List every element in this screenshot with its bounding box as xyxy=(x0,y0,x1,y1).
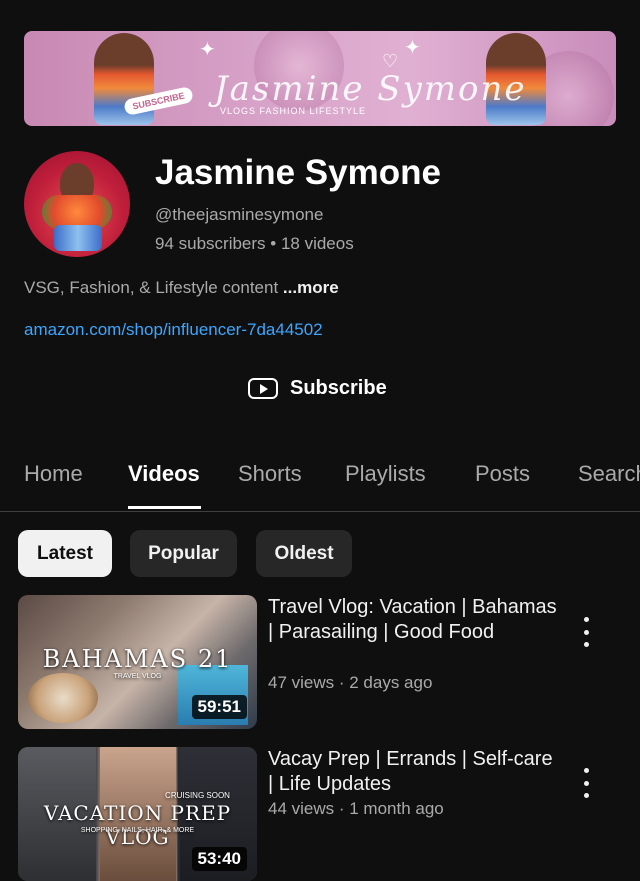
channel-tabs: Home Videos Shorts Playlists Posts Searc… xyxy=(0,448,640,512)
tab-home[interactable]: Home xyxy=(24,461,83,487)
thumbnail-subtitle: SHOPPING, NAILS, HAIR, & MORE xyxy=(80,827,195,834)
thumbnail-food-decor xyxy=(28,673,98,723)
thumbnail-subtitle: TRAVEL VLOG xyxy=(113,673,162,680)
avatar[interactable] xyxy=(24,151,130,257)
sparkle-icon: ✦ xyxy=(404,37,421,59)
more-vert-icon[interactable] xyxy=(578,768,594,798)
filter-chip-popular[interactable]: Popular xyxy=(130,530,237,577)
subscribe-button[interactable]: Subscribe xyxy=(248,372,387,404)
channel-stats: 94 subscribers • 18 videos xyxy=(155,234,354,253)
tab-videos[interactable]: Videos xyxy=(128,461,200,487)
avatar-bouquet xyxy=(42,195,112,229)
banner-script-title: Jasmine Symone xyxy=(214,69,527,109)
tab-search[interactable]: Search xyxy=(578,461,640,487)
video-title[interactable]: Vacay Prep | Errands | Self-care | Life … xyxy=(268,747,558,797)
youtube-icon xyxy=(248,377,278,399)
channel-description[interactable]: VSG, Fashion, & Lifestyle content ...mor… xyxy=(24,278,339,298)
thumbnail-extra-text: CRUISING SOON xyxy=(165,791,230,800)
avatar-skirt xyxy=(54,225,102,251)
description-text: VSG, Fashion, & Lifestyle content xyxy=(24,278,283,297)
video-duration: 53:40 xyxy=(191,847,247,871)
video-title[interactable]: Travel Vlog: Vacation | Bahamas | Parasa… xyxy=(268,595,558,645)
channel-handle: @theejasminesymone xyxy=(155,205,324,224)
thumbnail-title: VACATION PREP VLOG xyxy=(43,801,232,849)
active-tab-indicator xyxy=(128,506,201,509)
channel-name: Jasmine Symone xyxy=(155,153,441,192)
channel-link[interactable]: amazon.com/shop/influencer-7da44502 xyxy=(24,320,323,340)
banner-tagline: VLOGS FASHION LIFESTYLE xyxy=(220,106,367,116)
channel-banner: ✦ ✦ ♡ SUBSCRIBE Jasmine Symone VLOGS FAS… xyxy=(24,31,616,126)
more-vert-icon[interactable] xyxy=(578,617,594,647)
tab-posts[interactable]: Posts xyxy=(475,461,530,487)
video-thumbnail[interactable]: CRUISING SOON VACATION PREP VLOG SHOPPIN… xyxy=(18,747,257,881)
filter-chip-oldest[interactable]: Oldest xyxy=(256,530,352,577)
video-duration: 59:51 xyxy=(191,695,247,719)
filter-chip-latest[interactable]: Latest xyxy=(18,530,112,577)
video-meta: 44 views · 1 month ago xyxy=(268,799,444,818)
tab-playlists[interactable]: Playlists xyxy=(345,461,426,487)
sparkle-icon: ✦ xyxy=(199,39,216,61)
tab-shorts[interactable]: Shorts xyxy=(238,461,302,487)
more-link[interactable]: ...more xyxy=(283,278,339,297)
video-meta: 47 views · 2 days ago xyxy=(268,673,433,692)
video-thumbnail[interactable]: BAHAMAS 21 TRAVEL VLOG 59:51 xyxy=(18,595,257,729)
subscribe-label: Subscribe xyxy=(290,376,387,399)
thumbnail-title: BAHAMAS 21 xyxy=(42,645,233,673)
